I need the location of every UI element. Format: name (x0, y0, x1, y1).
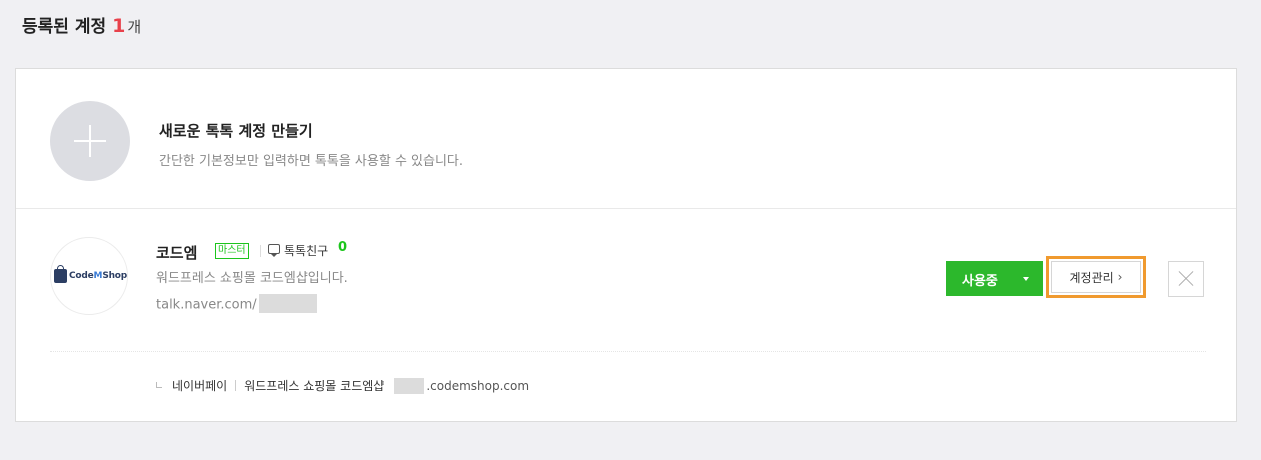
plus-icon[interactable] (50, 101, 130, 181)
account-description: 워드프레스 쇼핑몰 코드엠샵입니다. (156, 271, 348, 286)
close-icon[interactable] (1168, 261, 1204, 297)
account-url-text[interactable]: talk.naver.com/ (156, 298, 257, 313)
linked-service-row: 네이버페이 워드프레스 쇼핑몰 코드엠샵 .codemshop.com (156, 377, 529, 394)
page-title: 등록된 계정 1 개 (22, 12, 141, 37)
linked-service-name: 네이버페이 (172, 379, 228, 393)
dotted-divider (50, 351, 1206, 352)
friends-label: 톡톡친구 (284, 244, 329, 258)
divider (235, 380, 237, 391)
redacted-block (258, 294, 317, 313)
create-account-title[interactable]: 새로운 톡톡 계정 만들기 (159, 120, 313, 141)
account-count-unit: 개 (127, 18, 142, 36)
corner-arrow-icon (156, 381, 162, 388)
shopping-bag-icon (54, 265, 67, 283)
account-name: 코드엠 (156, 244, 198, 262)
manage-account-inner[interactable]: 계정관리 › (1051, 261, 1141, 293)
create-account-description: 간단한 기본정보만 입력하면 톡톡을 사용할 수 있습니다. (159, 154, 464, 169)
account-row: CodeMShop 코드엠 마스터 톡톡친구 0 워드프레스 쇼핑몰 코드엠샵입… (16, 208, 1236, 423)
linked-store-name: 워드프레스 쇼핑몰 코드엠샵 (244, 379, 385, 393)
account-count: 1 (112, 15, 126, 37)
status-label: 사용중 (962, 274, 998, 289)
chevron-right-icon: › (1117, 270, 1123, 284)
page-title-text: 등록된 계정 (22, 17, 107, 37)
codemshop-logo: CodeMShop (69, 271, 128, 281)
accounts-panel: 새로운 톡톡 계정 만들기 간단한 기본정보만 입력하면 톡톡을 사용할 수 있… (15, 68, 1237, 422)
create-account-row: 새로운 톡톡 계정 만들기 간단한 기본정보만 입력하면 톡톡을 사용할 수 있… (16, 69, 1236, 209)
divider (260, 245, 261, 257)
manage-account-label: 계정관리 (1069, 270, 1114, 285)
avatar: CodeMShop (50, 237, 128, 315)
chat-bubble-icon (268, 244, 280, 257)
caret-down-icon (1023, 277, 1029, 281)
status-dropdown-button[interactable]: 사용중 (946, 261, 1043, 296)
manage-account-button[interactable]: 계정관리 › (1046, 256, 1146, 298)
linked-domain: .codemshop.com (426, 378, 530, 393)
account-url[interactable]: talk.naver.com/ (156, 294, 317, 313)
role-badge: 마스터 (215, 243, 249, 259)
redacted-block (394, 377, 425, 394)
friends-count: 0 (338, 240, 348, 255)
